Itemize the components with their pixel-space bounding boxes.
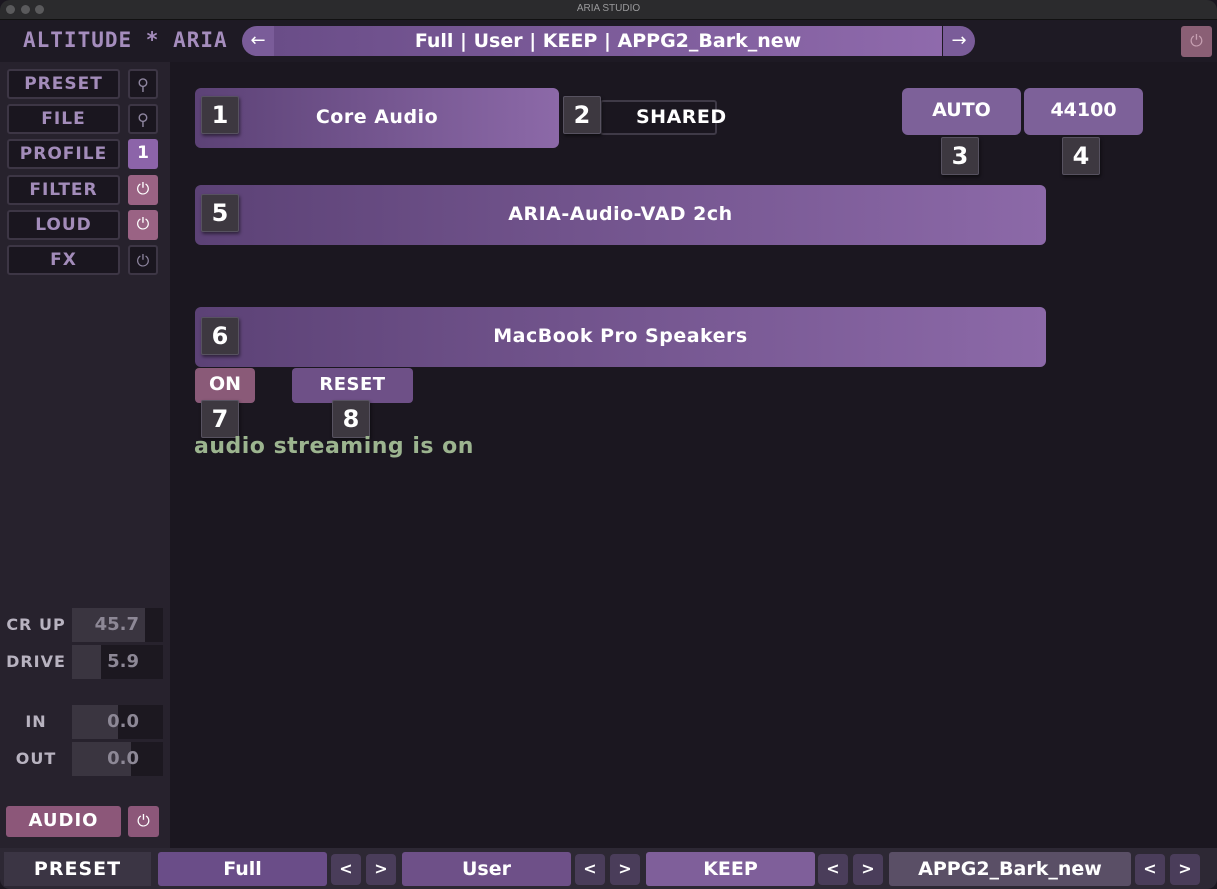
meter-value: 0.0 xyxy=(107,711,139,732)
footer-next-keep-button[interactable]: > xyxy=(853,854,883,885)
badge-6: 6 xyxy=(201,317,239,355)
fx-power-icon[interactable]: ⏻ xyxy=(128,245,158,275)
arrow-left-icon: ← xyxy=(250,30,266,51)
badge-1: 1 xyxy=(201,96,239,134)
footer-next-full-button[interactable]: > xyxy=(366,854,396,885)
meter-fill xyxy=(72,645,102,679)
power-icon: ⏻ xyxy=(1190,31,1203,50)
status-text: audio streaming is on xyxy=(194,434,474,459)
cr-up-slider[interactable]: 45.7 xyxy=(72,608,163,642)
on-button[interactable]: ON xyxy=(195,368,255,403)
footer-field-preset-name[interactable]: APPG2_Bark_new xyxy=(889,852,1131,886)
drive-slider[interactable]: 5.9 xyxy=(72,645,163,679)
footer-next-name-button[interactable]: > xyxy=(1170,854,1200,885)
pin-icon[interactable]: ⚲ xyxy=(128,69,158,99)
meter-label-in: IN xyxy=(25,712,47,731)
meter-label-out: OUT xyxy=(15,749,57,768)
footer-field-keep[interactable]: KEEP xyxy=(646,852,815,886)
reset-button[interactable]: RESET xyxy=(292,368,413,403)
badge-2: 2 xyxy=(563,96,601,134)
audio-power-icon[interactable]: ⏻ xyxy=(128,806,159,837)
badge-7: 7 xyxy=(201,400,239,438)
shared-mode-label: SHARED xyxy=(636,106,727,128)
footer-prev-full-button[interactable]: < xyxy=(331,854,361,885)
out-slider[interactable]: 0.0 xyxy=(72,742,163,776)
sidebar-preset-button[interactable]: PRESET xyxy=(7,69,120,99)
meter-value: 45.7 xyxy=(94,614,139,635)
input-device-button[interactable]: ARIA-Audio-VAD 2ch xyxy=(195,185,1046,245)
sidebar-profile-button[interactable]: PROFILE xyxy=(7,139,120,169)
footer-preset-label[interactable]: PRESET xyxy=(4,852,151,886)
main-panel: Core Audio 1 SHARED 2 AUTO 3 44100 4 ARI… xyxy=(170,62,1217,848)
auto-button[interactable]: AUTO xyxy=(902,88,1021,135)
footer-prev-user-button[interactable]: < xyxy=(575,854,605,885)
window-title: ARIA STUDIO xyxy=(576,3,641,14)
meter-label-drive: DRIVE xyxy=(6,652,66,671)
sidebar-loud-button[interactable]: LOUD xyxy=(7,210,120,240)
footer-prev-keep-button[interactable]: < xyxy=(818,854,848,885)
footer-bar: PRESET Full < > User < > KEEP < > APPG2_… xyxy=(0,848,1217,889)
title-bar: ARIA STUDIO xyxy=(0,0,1217,20)
header-bar: ALTITUDE * ARIA ← Full | User | KEEP | A… xyxy=(0,20,1217,62)
in-slider[interactable]: 0.0 xyxy=(72,705,163,739)
master-power-button[interactable]: ⏻ xyxy=(1181,26,1212,57)
output-device-button[interactable]: MacBook Pro Speakers xyxy=(195,307,1046,367)
sidebar-file-button[interactable]: FILE xyxy=(7,104,120,134)
preset-path[interactable]: Full | User | KEEP | APPG2_Bark_new xyxy=(274,26,942,56)
meter-value: 5.9 xyxy=(107,651,139,672)
audio-button[interactable]: AUDIO xyxy=(6,806,121,837)
samplerate-button[interactable]: 44100 xyxy=(1024,88,1143,135)
meter-value: 0.0 xyxy=(107,748,139,769)
app-window: ARIA STUDIO ALTITUDE * ARIA ← Full | Use… xyxy=(0,0,1217,889)
shared-mode-button[interactable]: SHARED xyxy=(600,100,726,135)
driver-select-button[interactable]: Core Audio xyxy=(195,88,559,148)
pin-icon[interactable]: ⚲ xyxy=(128,104,158,134)
app-title: ALTITUDE * ARIA xyxy=(23,28,228,52)
footer-field-full[interactable]: Full xyxy=(158,852,327,886)
sidebar-fx-button[interactable]: FX xyxy=(7,245,120,275)
prev-preset-button[interactable]: ← xyxy=(242,26,274,56)
footer-field-user[interactable]: User xyxy=(402,852,571,886)
sidebar-filter-button[interactable]: FILTER xyxy=(7,175,120,205)
badge-4: 4 xyxy=(1062,137,1100,175)
sidebar: PRESET ⚲ FILE ⚲ PROFILE 1 FILTER ⏻ LOUD … xyxy=(0,62,170,848)
profile-number-badge[interactable]: 1 xyxy=(128,139,158,169)
meter-label-cr-up: CR UP xyxy=(6,615,66,634)
badge-5: 5 xyxy=(201,194,239,232)
filter-power-icon[interactable]: ⏻ xyxy=(128,175,158,205)
badge-3: 3 xyxy=(941,137,979,175)
footer-prev-name-button[interactable]: < xyxy=(1135,854,1165,885)
badge-8: 8 xyxy=(332,400,370,438)
footer-next-user-button[interactable]: > xyxy=(610,854,640,885)
loud-power-icon[interactable]: ⏻ xyxy=(128,210,158,240)
next-preset-button[interactable]: → xyxy=(943,26,975,56)
arrow-right-icon: → xyxy=(951,30,967,51)
